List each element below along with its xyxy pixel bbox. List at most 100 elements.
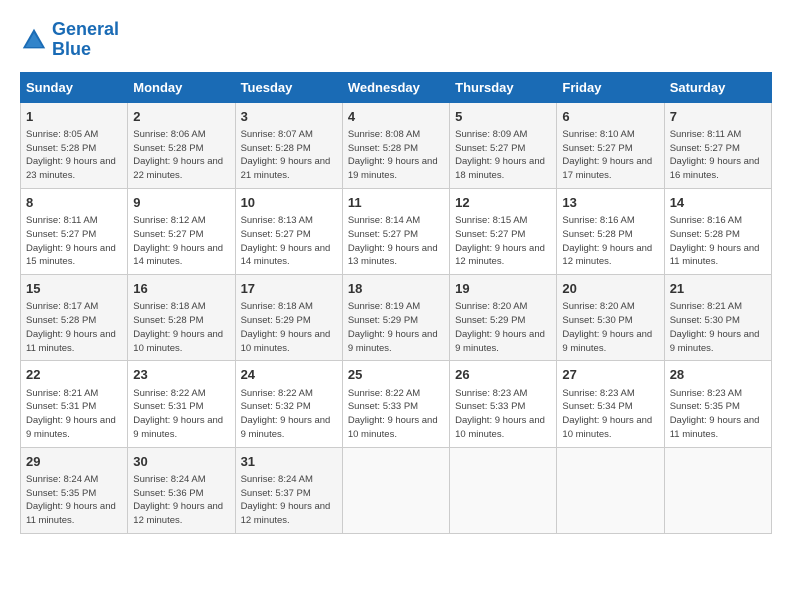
day-number: 30 bbox=[133, 453, 229, 471]
day-number: 24 bbox=[241, 366, 337, 384]
day-number: 15 bbox=[26, 280, 122, 298]
calendar-cell: 17 Sunrise: 8:18 AMSunset: 5:29 PMDayligh… bbox=[235, 275, 342, 361]
calendar-cell: 26 Sunrise: 8:23 AMSunset: 5:33 PMDayligh… bbox=[450, 361, 557, 447]
day-header-friday: Friday bbox=[557, 72, 664, 102]
day-detail: Sunrise: 8:24 AMSunset: 5:35 PMDaylight:… bbox=[26, 473, 122, 528]
day-detail: Sunrise: 8:19 AMSunset: 5:29 PMDaylight:… bbox=[348, 300, 444, 355]
calendar-cell: 13Sunrise: 8:16 AMSunset: 5:28 PMDayligh… bbox=[557, 188, 664, 274]
day-number: 22 bbox=[26, 366, 122, 384]
calendar-cell: 23Sunrise: 8:22 AMSunset: 5:31 PMDayligh… bbox=[128, 361, 235, 447]
day-detail: Sunrise: 8:22 AMSunset: 5:32 PMDaylight:… bbox=[241, 387, 337, 442]
day-header-tuesday: Tuesday bbox=[235, 72, 342, 102]
day-header-monday: Monday bbox=[128, 72, 235, 102]
calendar-cell: 30 Sunrise: 8:24 AMSunset: 5:36 PMDayligh… bbox=[128, 447, 235, 533]
day-detail: Sunrise: 8:23 AMSunset: 5:33 PMDaylight:… bbox=[455, 387, 551, 442]
day-number: 27 bbox=[562, 366, 658, 384]
calendar-cell: 1 Sunrise: 8:05 AMSunset: 5:28 PMDaylight… bbox=[21, 102, 128, 188]
calendar-cell bbox=[450, 447, 557, 533]
calendar-week-row: 29Sunrise: 8:24 AMSunset: 5:35 PMDayligh… bbox=[21, 447, 772, 533]
calendar-cell bbox=[664, 447, 771, 533]
day-number: 5 bbox=[455, 108, 551, 126]
day-detail: Sunrise: 8:13 AMSunset: 5:27 PMDaylight:… bbox=[241, 214, 337, 269]
day-number: 26 bbox=[455, 366, 551, 384]
calendar-cell: 18 Sunrise: 8:19 AMSunset: 5:29 PMDayligh… bbox=[342, 275, 449, 361]
day-number: 18 bbox=[348, 280, 444, 298]
day-detail: Sunrise: 8:07 AMSunset: 5:28 PMDaylight:… bbox=[241, 128, 337, 183]
day-header-wednesday: Wednesday bbox=[342, 72, 449, 102]
calendar-cell: 21 Sunrise: 8:21 AMSunset: 5:30 PMDayligh… bbox=[664, 275, 771, 361]
calendar-cell: 3 Sunrise: 8:07 AMSunset: 5:28 PMDaylight… bbox=[235, 102, 342, 188]
calendar-table: SundayMondayTuesdayWednesdayThursdayFrid… bbox=[20, 72, 772, 534]
calendar-cell: 25 Sunrise: 8:22 AMSunset: 5:33 PMDayligh… bbox=[342, 361, 449, 447]
calendar-cell: 29Sunrise: 8:24 AMSunset: 5:35 PMDayligh… bbox=[21, 447, 128, 533]
day-detail: Sunrise: 8:11 AMSunset: 5:27 PMDaylight:… bbox=[26, 214, 122, 269]
day-number: 12 bbox=[455, 194, 551, 212]
day-detail: Sunrise: 8:18 AMSunset: 5:29 PMDaylight:… bbox=[241, 300, 337, 355]
calendar-cell: 11Sunrise: 8:14 AMSunset: 5:27 PMDayligh… bbox=[342, 188, 449, 274]
day-detail: Sunrise: 8:23 AMSunset: 5:34 PMDaylight:… bbox=[562, 387, 658, 442]
day-number: 9 bbox=[133, 194, 229, 212]
calendar-week-row: 22Sunrise: 8:21 AMSunset: 5:31 PMDayligh… bbox=[21, 361, 772, 447]
day-detail: Sunrise: 8:24 AMSunset: 5:36 PMDaylight:… bbox=[133, 473, 229, 528]
calendar-cell: 9 Sunrise: 8:12 AMSunset: 5:27 PMDaylight… bbox=[128, 188, 235, 274]
calendar-week-row: 1 Sunrise: 8:05 AMSunset: 5:28 PMDaylight… bbox=[21, 102, 772, 188]
header: General Blue bbox=[20, 20, 772, 60]
day-detail: Sunrise: 8:08 AMSunset: 5:28 PMDaylight:… bbox=[348, 128, 444, 183]
calendar-cell: 15 Sunrise: 8:17 AMSunset: 5:28 PMDayligh… bbox=[21, 275, 128, 361]
day-detail: Sunrise: 8:17 AMSunset: 5:28 PMDaylight:… bbox=[26, 300, 122, 355]
logo: General Blue bbox=[20, 20, 119, 60]
day-number: 3 bbox=[241, 108, 337, 126]
calendar-cell: 28 Sunrise: 8:23 AMSunset: 5:35 PMDayligh… bbox=[664, 361, 771, 447]
calendar-week-row: 15 Sunrise: 8:17 AMSunset: 5:28 PMDayligh… bbox=[21, 275, 772, 361]
day-detail: Sunrise: 8:14 AMSunset: 5:27 PMDaylight:… bbox=[348, 214, 444, 269]
day-number: 16 bbox=[133, 280, 229, 298]
day-detail: Sunrise: 8:05 AMSunset: 5:28 PMDaylight:… bbox=[26, 128, 122, 183]
day-number: 28 bbox=[670, 366, 766, 384]
day-number: 19 bbox=[455, 280, 551, 298]
day-number: 4 bbox=[348, 108, 444, 126]
day-detail: Sunrise: 8:22 AMSunset: 5:33 PMDaylight:… bbox=[348, 387, 444, 442]
day-number: 20 bbox=[562, 280, 658, 298]
day-number: 25 bbox=[348, 366, 444, 384]
calendar-cell: 2 Sunrise: 8:06 AMSunset: 5:28 PMDaylight… bbox=[128, 102, 235, 188]
day-detail: Sunrise: 8:21 AMSunset: 5:30 PMDaylight:… bbox=[670, 300, 766, 355]
day-number: 6 bbox=[562, 108, 658, 126]
calendar-cell: 10 Sunrise: 8:13 AMSunset: 5:27 PMDayligh… bbox=[235, 188, 342, 274]
day-header-thursday: Thursday bbox=[450, 72, 557, 102]
day-number: 21 bbox=[670, 280, 766, 298]
calendar-cell: 31 Sunrise: 8:24 AMSunset: 5:37 PMDayligh… bbox=[235, 447, 342, 533]
calendar-cell: 20 Sunrise: 8:20 AMSunset: 5:30 PMDayligh… bbox=[557, 275, 664, 361]
day-number: 8 bbox=[26, 194, 122, 212]
day-number: 10 bbox=[241, 194, 337, 212]
day-number: 2 bbox=[133, 108, 229, 126]
day-detail: Sunrise: 8:12 AMSunset: 5:27 PMDaylight:… bbox=[133, 214, 229, 269]
day-number: 31 bbox=[241, 453, 337, 471]
day-detail: Sunrise: 8:16 AMSunset: 5:28 PMDaylight:… bbox=[670, 214, 766, 269]
calendar-cell: 7 Sunrise: 8:11 AMSunset: 5:27 PMDaylight… bbox=[664, 102, 771, 188]
calendar-cell: 16 Sunrise: 8:18 AMSunset: 5:28 PMDayligh… bbox=[128, 275, 235, 361]
calendar-cell: 6Sunrise: 8:10 AMSunset: 5:27 PMDaylight… bbox=[557, 102, 664, 188]
day-header-sunday: Sunday bbox=[21, 72, 128, 102]
logo-text: General Blue bbox=[52, 20, 119, 60]
day-detail: Sunrise: 8:15 AMSunset: 5:27 PMDaylight:… bbox=[455, 214, 551, 269]
calendar-cell: 22Sunrise: 8:21 AMSunset: 5:31 PMDayligh… bbox=[21, 361, 128, 447]
day-number: 1 bbox=[26, 108, 122, 126]
day-number: 17 bbox=[241, 280, 337, 298]
day-detail: Sunrise: 8:20 AMSunset: 5:30 PMDaylight:… bbox=[562, 300, 658, 355]
calendar-week-row: 8 Sunrise: 8:11 AMSunset: 5:27 PMDaylight… bbox=[21, 188, 772, 274]
calendar-cell: 12 Sunrise: 8:15 AMSunset: 5:27 PMDayligh… bbox=[450, 188, 557, 274]
day-detail: Sunrise: 8:06 AMSunset: 5:28 PMDaylight:… bbox=[133, 128, 229, 183]
calendar-cell: 27 Sunrise: 8:23 AMSunset: 5:34 PMDayligh… bbox=[557, 361, 664, 447]
day-detail: Sunrise: 8:18 AMSunset: 5:28 PMDaylight:… bbox=[133, 300, 229, 355]
day-detail: Sunrise: 8:16 AMSunset: 5:28 PMDaylight:… bbox=[562, 214, 658, 269]
calendar-cell: 4 Sunrise: 8:08 AMSunset: 5:28 PMDaylight… bbox=[342, 102, 449, 188]
day-detail: Sunrise: 8:11 AMSunset: 5:27 PMDaylight:… bbox=[670, 128, 766, 183]
day-number: 23 bbox=[133, 366, 229, 384]
calendar-cell: 19Sunrise: 8:20 AMSunset: 5:29 PMDayligh… bbox=[450, 275, 557, 361]
day-detail: Sunrise: 8:24 AMSunset: 5:37 PMDaylight:… bbox=[241, 473, 337, 528]
day-number: 7 bbox=[670, 108, 766, 126]
calendar-cell bbox=[342, 447, 449, 533]
calendar-cell: 24 Sunrise: 8:22 AMSunset: 5:32 PMDayligh… bbox=[235, 361, 342, 447]
day-header-saturday: Saturday bbox=[664, 72, 771, 102]
day-detail: Sunrise: 8:23 AMSunset: 5:35 PMDaylight:… bbox=[670, 387, 766, 442]
